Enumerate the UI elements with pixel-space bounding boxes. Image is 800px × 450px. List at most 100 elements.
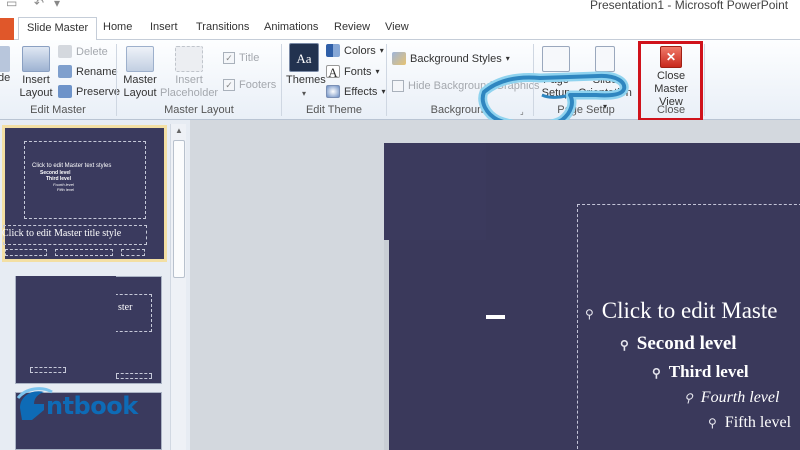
slide-bullet-level4-text: Fourth level: [700, 389, 780, 406]
thumbnail-level1-text: Click to edit Master text styles: [32, 163, 112, 169]
slide-bullet-level4[interactable]: ⚲ Fourth level: [684, 389, 779, 407]
master-layout-label-2: Layout: [123, 87, 157, 99]
tab-home[interactable]: Home: [103, 21, 132, 33]
tab-review[interactable]: Review: [334, 21, 370, 33]
themes-button[interactable]: Aa Themes ▾: [286, 43, 326, 100]
tab-transitions[interactable]: Transitions: [196, 21, 249, 33]
fonts-button[interactable]: A Fonts ▾: [326, 65, 380, 79]
footers-check-icon: ✓: [223, 79, 235, 91]
rename-label: Rename: [76, 65, 118, 78]
ribbon-tabs: Slide Master Home Insert Transitions Ani…: [0, 17, 800, 41]
group-label-master-layout: Master Layout: [164, 104, 234, 116]
scroll-up-icon[interactable]: ▲: [171, 124, 187, 138]
preserve-button[interactable]: Preserve: [58, 85, 120, 98]
effects-button[interactable]: Effects ▾: [326, 85, 385, 98]
effects-label: Effects: [344, 85, 378, 98]
group-separator: [704, 44, 705, 116]
themes-label: Themes: [286, 74, 326, 86]
fonts-dropdown-icon: ▾: [375, 67, 380, 76]
tab-animations[interactable]: Animations: [264, 21, 318, 33]
insert-layout-label-2: Layout: [19, 87, 53, 99]
logo-text: ntbook: [46, 392, 138, 420]
thumbnail-level5-text: Fifth level: [57, 187, 75, 192]
footers-checkbox[interactable]: ✓ Footers: [223, 79, 276, 91]
effects-dropdown-icon: ▾: [381, 87, 386, 96]
delete-button[interactable]: Delete: [58, 45, 108, 58]
insert-layout-label-1: Insert: [22, 74, 50, 86]
master-layout-icon: [126, 46, 154, 72]
title-bar: ▭ ↶ ▾ Presentation1 - Microsoft PowerPoi…: [0, 0, 800, 18]
bullet-icon: ⚲: [620, 338, 629, 352]
title-check-icon: ✓: [223, 52, 235, 64]
layout-footer-placeholder: [116, 373, 152, 379]
rename-button[interactable]: Rename: [58, 65, 118, 78]
preserve-icon: [58, 85, 72, 98]
insert-slide-master-button[interactable]: de: [0, 46, 12, 85]
save-icon[interactable]: ▭: [6, 0, 17, 10]
slide-bullet-level2[interactable]: ⚲ Second level: [620, 333, 737, 355]
slide-bullet-level5-text: Fifth level: [724, 414, 792, 431]
file-tab[interactable]: [0, 18, 14, 40]
bullet-icon: ⚲: [708, 416, 717, 430]
tab-slide-master[interactable]: Slide Master: [18, 17, 98, 41]
slide-bullet-level5[interactable]: ⚲ Fifth level: [708, 414, 791, 432]
colors-button[interactable]: Colors ▾: [326, 44, 384, 57]
thumbnail-title-text: Click to edit Master title style: [2, 228, 122, 239]
insert-placeholder-label-2: Placeholder: [160, 87, 219, 99]
slide-master-icon: [0, 46, 10, 72]
group-label-edit-master: Edit Master: [30, 104, 86, 116]
colors-label: Colors: [344, 44, 376, 57]
title-checkbox[interactable]: ✓ Title: [223, 52, 259, 64]
slide-bullet-level3[interactable]: ⚲ Third level: [652, 362, 749, 382]
slide-bullet-level1-text: Click to edit Maste: [601, 298, 778, 323]
thumbnail-footer-placeholder: [5, 249, 47, 256]
thumbnail-scrollbar[interactable]: ▲: [170, 124, 186, 450]
tab-view[interactable]: View: [385, 21, 409, 33]
master-layout-label-1: Master: [123, 74, 157, 86]
insert-slide-master-label: de: [0, 72, 11, 84]
rename-icon: [58, 65, 72, 78]
customize-qat-icon[interactable]: ▾: [54, 0, 60, 10]
delete-icon: [58, 45, 72, 58]
preserve-label: Preserve: [76, 85, 121, 98]
group-label-edit-theme: Edit Theme: [305, 104, 363, 116]
undo-icon[interactable]: ↶: [34, 0, 44, 10]
layout-thumbnail-overlay: [16, 276, 116, 358]
scroll-thumb[interactable]: [173, 140, 185, 278]
themes-dropdown-icon: ▾: [301, 89, 306, 98]
layout-footer-placeholder: [30, 367, 66, 373]
tab-insert[interactable]: Insert: [150, 21, 178, 33]
slide-notch: [384, 240, 389, 450]
delete-label: Delete: [76, 45, 108, 58]
bullet-icon: ⚲: [652, 366, 661, 380]
layout-title-placeholder: [110, 294, 152, 332]
themes-icon: Aa: [289, 43, 319, 72]
master-layout-button[interactable]: Master Layout: [121, 46, 159, 100]
slide-master-thumbnail[interactable]: Click to edit Master text styles Second …: [2, 125, 167, 262]
fonts-icon: A: [326, 65, 340, 79]
slide-overlay-block: [384, 143, 486, 240]
slide-dash-mark: [486, 315, 505, 319]
title-checkbox-label: Title: [239, 52, 260, 64]
colors-icon: [326, 44, 340, 57]
bullet-icon: ⚲: [684, 391, 693, 405]
window-title: Presentation1 - Microsoft PowerPoint: [590, 0, 789, 12]
slide-bullet-level3-text: Third level: [668, 362, 749, 381]
layout-title-text: ster: [118, 302, 133, 313]
thumbnail-body-placeholder: [24, 141, 146, 219]
hide-background-check-icon: [392, 80, 404, 92]
colors-dropdown-icon: ▾: [379, 46, 384, 55]
footers-checkbox-label: Footers: [239, 79, 277, 91]
background-styles-icon: [392, 52, 406, 65]
slide-bullet-level2-text: Second level: [636, 333, 737, 354]
insert-placeholder-label-1: Insert: [175, 74, 203, 86]
insert-placeholder-button[interactable]: Insert Placeholder: [160, 46, 218, 100]
fonts-label: Fonts: [344, 65, 372, 78]
thumbnail-footer-placeholder: [121, 249, 145, 256]
insert-layout-button[interactable]: Insert Layout: [18, 46, 54, 100]
bullet-icon: ⚲: [585, 307, 594, 321]
insert-placeholder-icon: [175, 46, 203, 72]
effects-icon: [326, 85, 340, 98]
slide-bullet-level1[interactable]: ⚲ Click to edit Maste: [585, 298, 777, 324]
thumbnail-footer-placeholder: [55, 249, 113, 256]
